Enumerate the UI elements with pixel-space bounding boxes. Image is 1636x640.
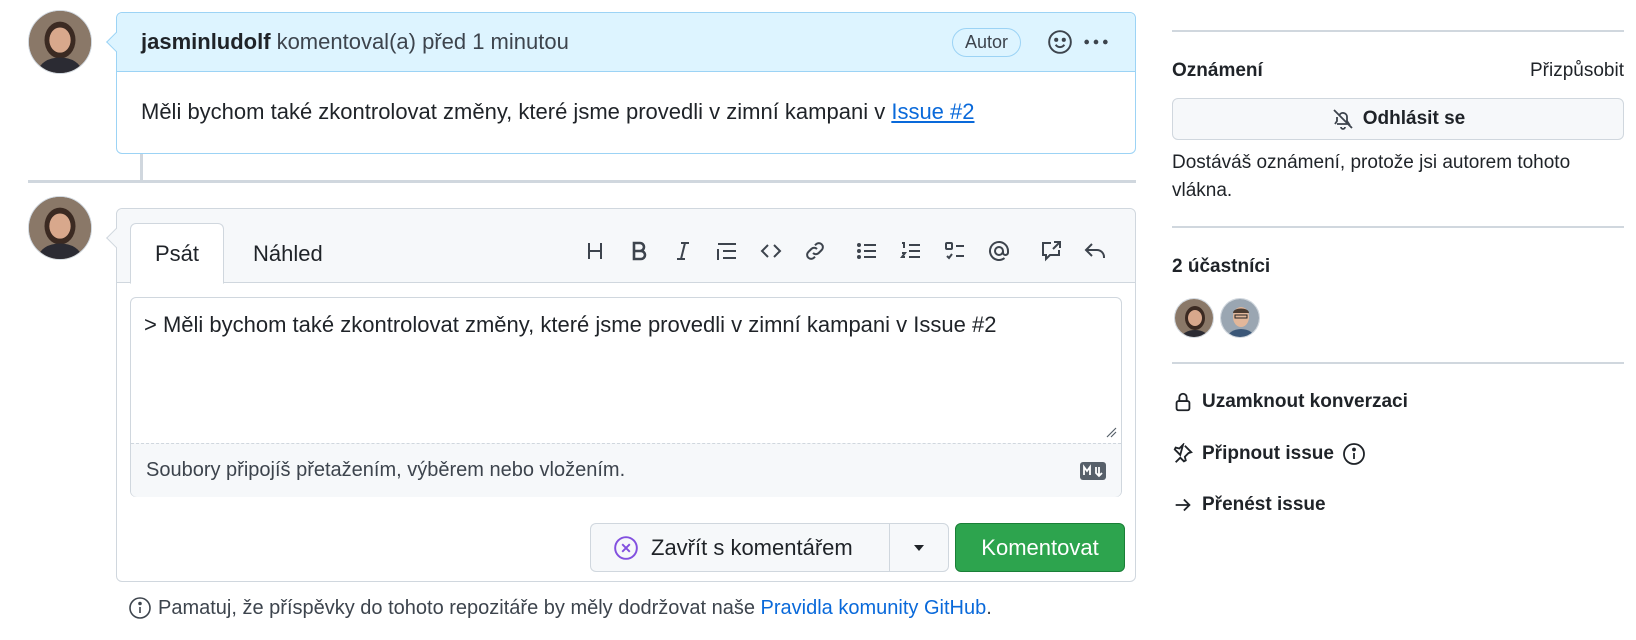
kebab-menu-icon[interactable]	[1081, 27, 1111, 57]
participant-avatar[interactable]	[1174, 298, 1214, 338]
editor-header: Psát Náhled	[117, 209, 1135, 284]
sidebar-divider	[1172, 30, 1624, 32]
ordered-list-icon[interactable]	[889, 231, 933, 271]
tab-preview[interactable]: Náhled	[229, 223, 347, 284]
pin-issue-action[interactable]: Připnout issue	[1172, 442, 1374, 466]
current-user-avatar[interactable]	[28, 196, 92, 260]
comment-editor: Psát Náhled > Měli bychom také zkontrolo…	[106, 208, 1136, 582]
mention-icon[interactable]	[977, 231, 1021, 271]
info-icon[interactable]	[1342, 442, 1366, 466]
comment: jasminludolf komentoval(a) před 1 minuto…	[106, 12, 1136, 154]
task-list-icon[interactable]	[933, 231, 977, 271]
community-guidelines-link[interactable]: Pravidla komunity GitHub	[761, 597, 987, 620]
markdown-icon[interactable]	[1080, 461, 1106, 480]
comment-button[interactable]: Komentovat	[955, 523, 1125, 572]
bell-slash-icon	[1333, 109, 1353, 130]
issue-link[interactable]: Issue #2	[891, 99, 974, 124]
customize-link[interactable]: Přizpůsobit	[1530, 60, 1624, 82]
unordered-list-icon[interactable]	[845, 231, 889, 271]
comment-header: jasminludolf komentoval(a) před 1 minuto…	[117, 13, 1135, 72]
close-with-comment-label: Zavřít s komentářem	[651, 534, 853, 560]
arrow-right-icon	[1175, 498, 1191, 512]
file-drop-zone[interactable]: Soubory připojíš přetažením, výběrem neb…	[131, 443, 1121, 497]
timeline-divider	[28, 180, 1136, 183]
lock-conversation-action[interactable]: Uzamknout konverzaci	[1172, 391, 1408, 413]
participant-avatar[interactable]	[1220, 298, 1260, 338]
sidebar-divider	[1172, 226, 1624, 228]
pin-icon	[1173, 443, 1193, 463]
comment-author[interactable]: jasminludolf	[141, 29, 271, 55]
code-icon[interactable]	[749, 231, 793, 271]
comment-textarea[interactable]: > Měli bychom také zkontrolovat změny, k…	[130, 297, 1122, 497]
comment-text: Měli bychom také zkontrolovat změny, kte…	[141, 99, 886, 124]
markdown-toolbar	[573, 231, 1117, 271]
pin-issue-label: Připnout issue	[1202, 443, 1334, 464]
unsubscribe-label: Odhlásit se	[1362, 108, 1466, 129]
info-icon	[129, 597, 151, 619]
caret-down-icon	[914, 544, 924, 551]
close-with-comment-button[interactable]: Zavřít s komentářem	[590, 523, 889, 572]
heading-icon[interactable]	[573, 231, 617, 271]
community-guidelines-note: Pamatuj, že příspěvky do tohoto repozitá…	[128, 596, 992, 620]
transfer-issue-label: Přenést issue	[1202, 494, 1326, 515]
notification-reason: Dostáváš oznámení, protože jsi autorem t…	[1172, 152, 1571, 201]
lock-conversation-label: Uzamknout konverzaci	[1202, 391, 1408, 412]
participants-title: 2 účastníci	[1172, 256, 1271, 277]
comment-author-avatar[interactable]	[28, 10, 92, 74]
close-circle-icon	[614, 535, 638, 560]
resize-handle-icon[interactable]	[1105, 426, 1117, 438]
guideline-end: .	[986, 596, 992, 619]
close-options-dropdown[interactable]	[889, 523, 949, 572]
comment-timestamp[interactable]: komentoval(a) před 1 minutou	[277, 29, 569, 55]
notifications-title: Oznámení	[1172, 60, 1263, 81]
attach-hint: Soubory připojíš přetažením, výběrem neb…	[146, 459, 626, 481]
cross-reference-icon[interactable]	[1029, 231, 1073, 271]
guideline-text: Pamatuj, že příspěvky do tohoto repozitá…	[158, 596, 755, 619]
sidebar-divider	[1172, 362, 1624, 364]
reply-icon[interactable]	[1073, 231, 1117, 271]
bold-icon[interactable]	[617, 231, 661, 271]
comment-draft-text[interactable]: > Měli bychom také zkontrolovat změny, k…	[144, 312, 996, 338]
unsubscribe-button[interactable]: Odhlásit se	[1172, 98, 1624, 140]
tab-write[interactable]: Psát	[130, 223, 225, 284]
link-icon[interactable]	[793, 231, 837, 271]
lock-icon	[1175, 392, 1191, 412]
comment-body: Měli bychom také zkontrolovat změny, kte…	[117, 72, 1135, 152]
transfer-issue-action[interactable]: Přenést issue	[1172, 494, 1326, 516]
quote-icon[interactable]	[705, 231, 749, 271]
author-badge: Autor	[951, 27, 1021, 57]
italic-icon[interactable]	[661, 231, 705, 271]
smiley-icon[interactable]	[1045, 27, 1075, 57]
timeline-line	[140, 154, 143, 180]
